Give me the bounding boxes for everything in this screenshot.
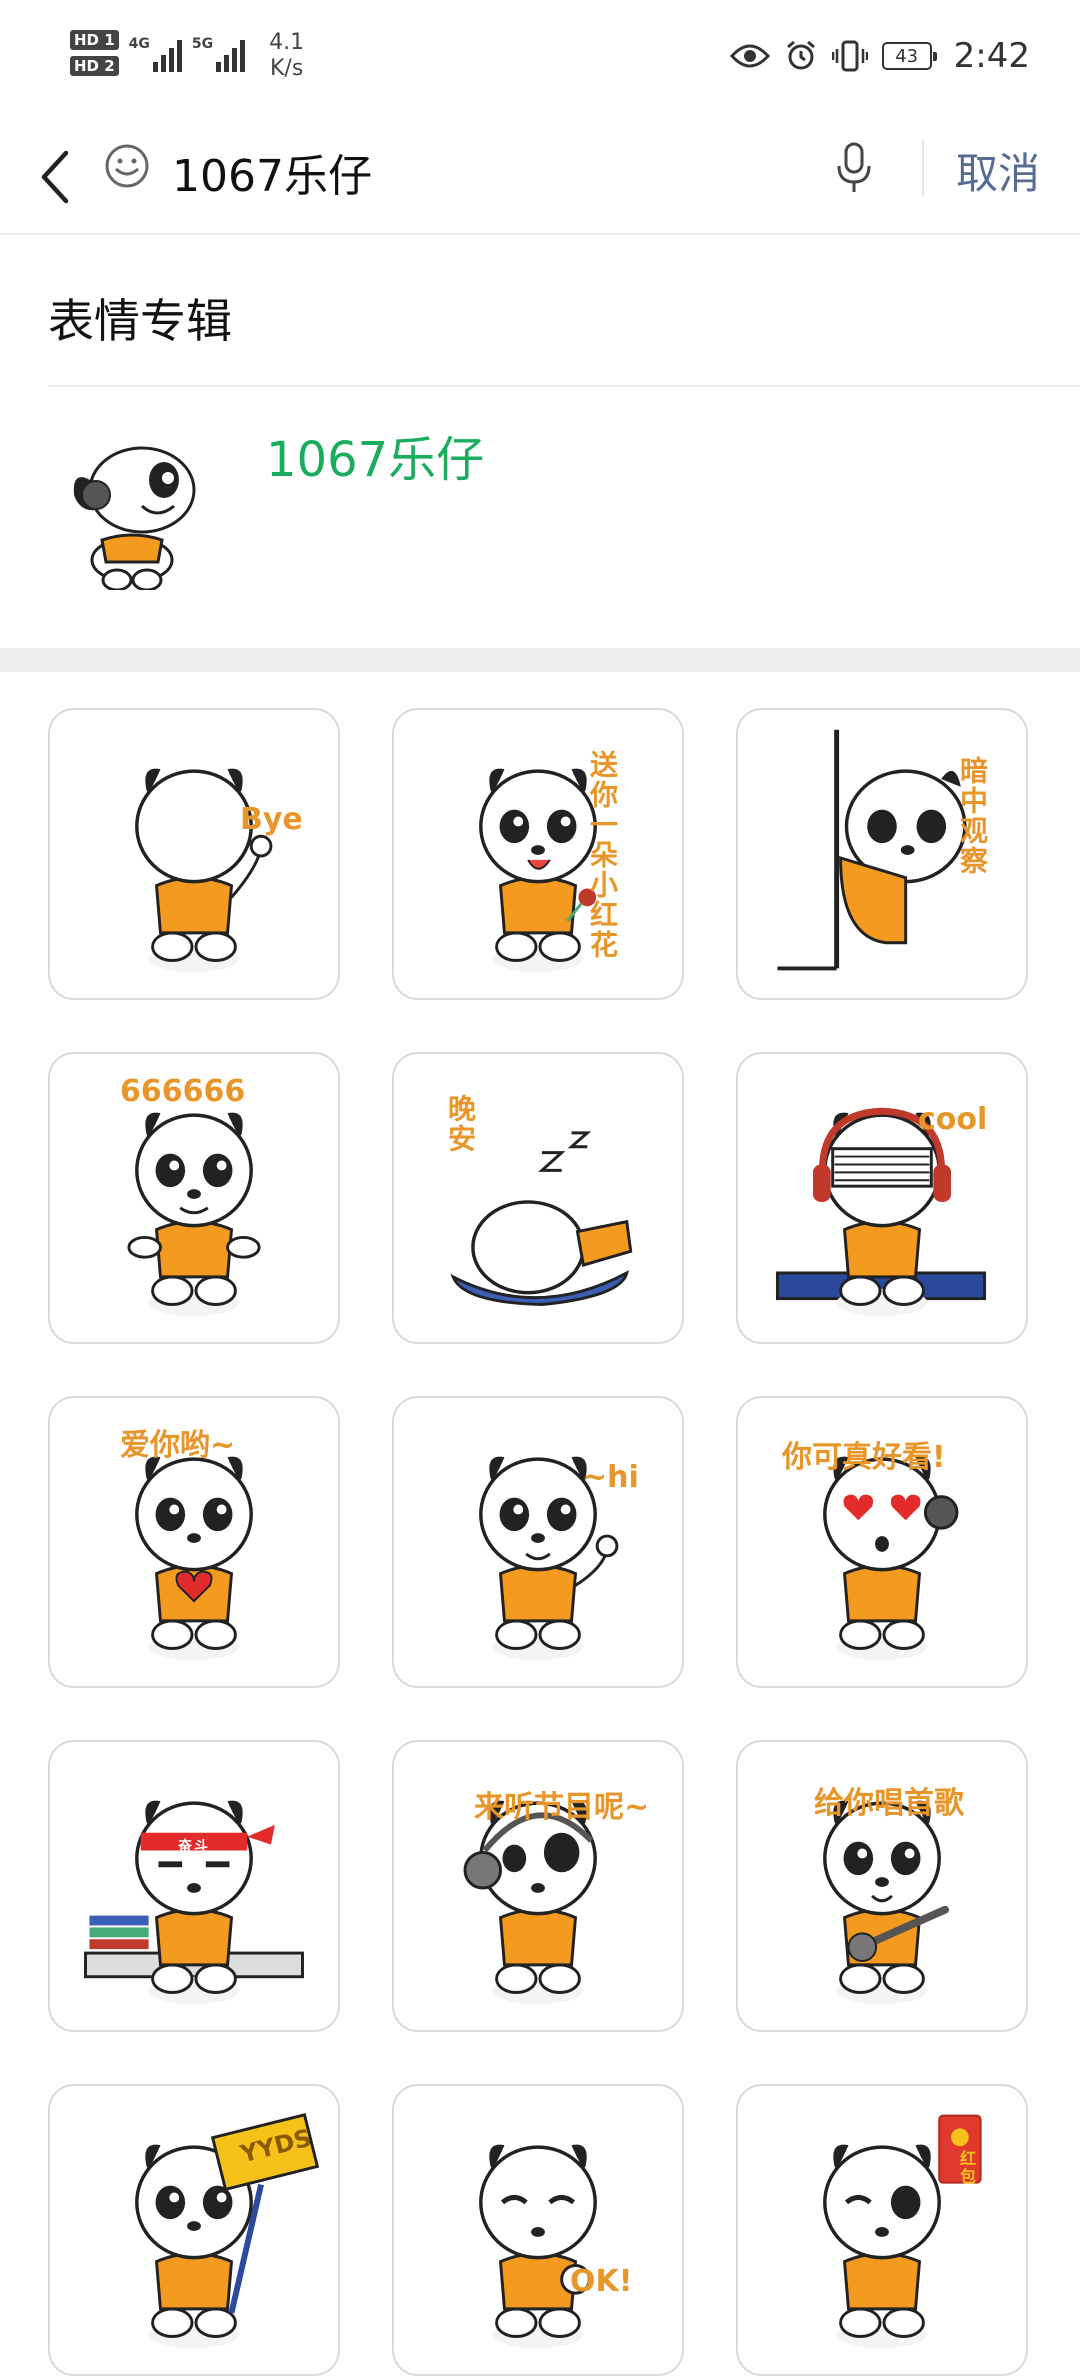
speed-unit: K/s	[269, 56, 304, 81]
speed-value: 4.1	[269, 30, 305, 55]
sticker-caption: ~hi	[582, 1460, 639, 1495]
alarm-icon	[786, 40, 815, 70]
sim-indicators: HD 1 HD 2	[70, 30, 119, 76]
sticker-caption: 奋斗	[178, 1839, 210, 1855]
vibrate-icon	[831, 40, 868, 72]
sim2-hd-badge: HD 2	[70, 56, 119, 76]
sim1-hd-badge: HD 1	[70, 30, 119, 50]
back-arrow-icon[interactable]	[36, 145, 76, 209]
sticker-art-ok	[479, 2144, 597, 2349]
divider	[48, 385, 1080, 387]
sticker-caption: 送你一朵小红花	[586, 750, 619, 960]
sticker-caption: cool	[918, 1102, 988, 1137]
signal-bars-icon	[216, 36, 246, 72]
sticker-s12[interactable]: 给你唱首歌	[736, 1740, 1028, 2032]
clock: 2:42	[953, 36, 1030, 76]
battery-icon: 43	[881, 42, 937, 70]
sticker-s8[interactable]: ~hi	[392, 1396, 684, 1688]
signal-1: 4G	[129, 36, 182, 72]
microphone-icon[interactable]	[834, 140, 874, 196]
battery-level: 43	[895, 45, 919, 67]
sticker-s1[interactable]: Bye	[48, 708, 340, 1000]
divider	[922, 140, 924, 196]
sticker-caption: 红包	[957, 2150, 976, 2186]
sticker-s3[interactable]: 暗中观察	[736, 708, 1028, 1000]
sticker-art-hongbao	[823, 2114, 982, 2349]
sticker-s15[interactable]: 红包	[736, 2084, 1028, 2376]
album-name-link[interactable]: 1067乐仔	[266, 420, 484, 490]
sticker-s14[interactable]: OK!	[392, 2084, 684, 2376]
eye-icon	[729, 44, 770, 68]
sticker-s2[interactable]: 送你一朵小红花	[392, 708, 684, 1000]
signal-2: 5G	[191, 36, 246, 72]
sticker-caption: 666666	[120, 1074, 246, 1109]
network-type-2: 5G	[191, 36, 214, 52]
sticker-s7[interactable]: 爱你哟~	[48, 1396, 340, 1688]
section-separator	[0, 648, 1080, 672]
album-thumbnail[interactable]	[62, 440, 212, 590]
status-bar: HD 1 HD 2 4G 5G 4.1 K/s 43 2:42	[0, 0, 1080, 125]
sticker-s10[interactable]: 奋斗	[48, 1740, 340, 2032]
sticker-art-hi	[479, 1456, 619, 1661]
sticker-caption: 你可真好看!	[782, 1440, 946, 1475]
sticker-s6[interactable]: cool	[736, 1052, 1028, 1344]
sticker-caption: OK!	[570, 2264, 633, 2299]
sticker-caption: 晚安	[444, 1094, 477, 1154]
signal-bars-icon	[152, 36, 182, 72]
network-type-1: 4G	[128, 36, 150, 52]
search-input[interactable]: 1067乐仔	[172, 140, 372, 204]
cancel-button[interactable]: 取消	[956, 140, 1040, 201]
network-speed: 4.1 K/s	[269, 30, 304, 82]
sticker-art-flower	[479, 768, 597, 973]
sticker-s13[interactable]: YYDS	[48, 2084, 340, 2376]
sticker-art-dj	[775, 1107, 987, 1317]
section-title: 表情专辑	[48, 294, 232, 348]
sticker-s11[interactable]: 来听节目呢~	[392, 1740, 684, 2032]
sticker-s5[interactable]: 晚安	[392, 1052, 684, 1344]
sticker-caption: Bye	[240, 802, 303, 837]
sticker-caption: 来听节目呢~	[474, 1790, 650, 1825]
sticker-caption: 爱你哟~	[120, 1428, 236, 1463]
sticker-caption: 给你唱首歌	[814, 1786, 964, 1821]
sticker-caption: 暗中观察	[956, 756, 989, 876]
sticker-emoji-icon	[105, 144, 149, 188]
sticker-art-study	[84, 1800, 304, 2005]
sticker-art-sleep	[450, 1131, 633, 1307]
sticker-s4[interactable]: 666666	[48, 1052, 340, 1344]
search-bar	[0, 125, 1080, 235]
sticker-art-wave-back	[135, 768, 273, 973]
sticker-s9[interactable]: 你可真好看!	[736, 1396, 1028, 1688]
